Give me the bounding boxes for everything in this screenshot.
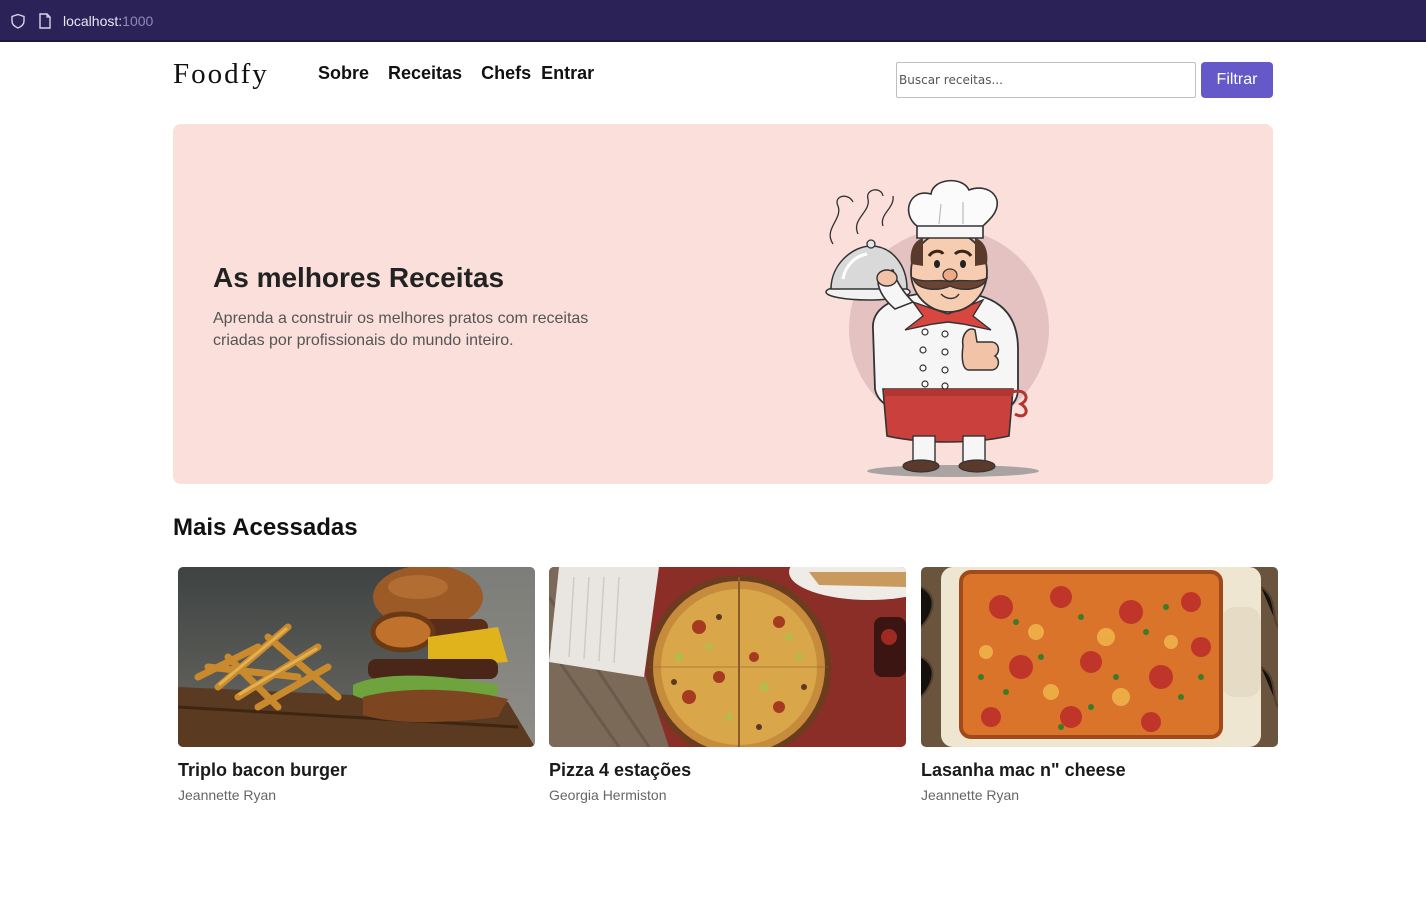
recipe-author: Georgia Hermiston [549, 787, 667, 803]
page-icon [39, 13, 51, 29]
nav-link-chefs[interactable]: Chefs [481, 63, 531, 84]
search-input[interactable] [896, 62, 1196, 98]
logo[interactable]: Foodfy [173, 58, 269, 91]
browser-toolbar: localhost:1000 [0, 0, 1426, 42]
recipe-card[interactable]: Lasanha mac n" cheese Jeannette Ryan [921, 567, 1278, 807]
nav-link-receitas[interactable]: Receitas [388, 63, 462, 84]
recipe-card[interactable]: Triplo bacon burger Jeannette Ryan [178, 567, 535, 807]
hero-description: Aprenda a construir os melhores pratos c… [213, 310, 589, 349]
recipe-title[interactable]: Lasanha mac n" cheese [921, 760, 1126, 781]
recipe-title[interactable]: Pizza 4 estações [549, 760, 691, 781]
url-host: localhost: [63, 13, 123, 29]
nav-link-sobre[interactable]: Sobre [318, 63, 369, 84]
recipe-card[interactable]: Pizza 4 estações Georgia Hermiston [549, 567, 906, 807]
recipe-image-burger[interactable] [178, 567, 535, 747]
site-header: Foodfy Sobre Receitas Chefs Entrar Filtr… [173, 52, 1273, 108]
nav-link-entrar[interactable]: Entrar [541, 63, 594, 84]
hero-title: As melhores Receitas [213, 262, 505, 293]
recipe-cards: Triplo bacon burger Jeannette Ryan Pizza… [178, 567, 1278, 817]
chef-illustration [825, 179, 1049, 477]
section-title: Mais Acessadas [173, 514, 358, 541]
recipe-title[interactable]: Triplo bacon burger [178, 760, 347, 781]
recipe-image-lasagna[interactable] [921, 567, 1278, 747]
filter-button[interactable]: Filtrar [1201, 62, 1273, 98]
address-bar[interactable]: localhost:1000 [63, 13, 153, 29]
recipe-author: Jeannette Ryan [178, 787, 277, 803]
recipe-author: Jeannette Ryan [921, 787, 1020, 803]
recipe-image-pizza[interactable] [549, 567, 906, 747]
shield-icon[interactable] [10, 13, 26, 29]
hero-banner: As melhores Receitas Aprenda a construir… [173, 124, 1273, 484]
url-port: 1000 [122, 13, 154, 29]
main-nav: Sobre Receitas Chefs Entrar [318, 63, 594, 84]
